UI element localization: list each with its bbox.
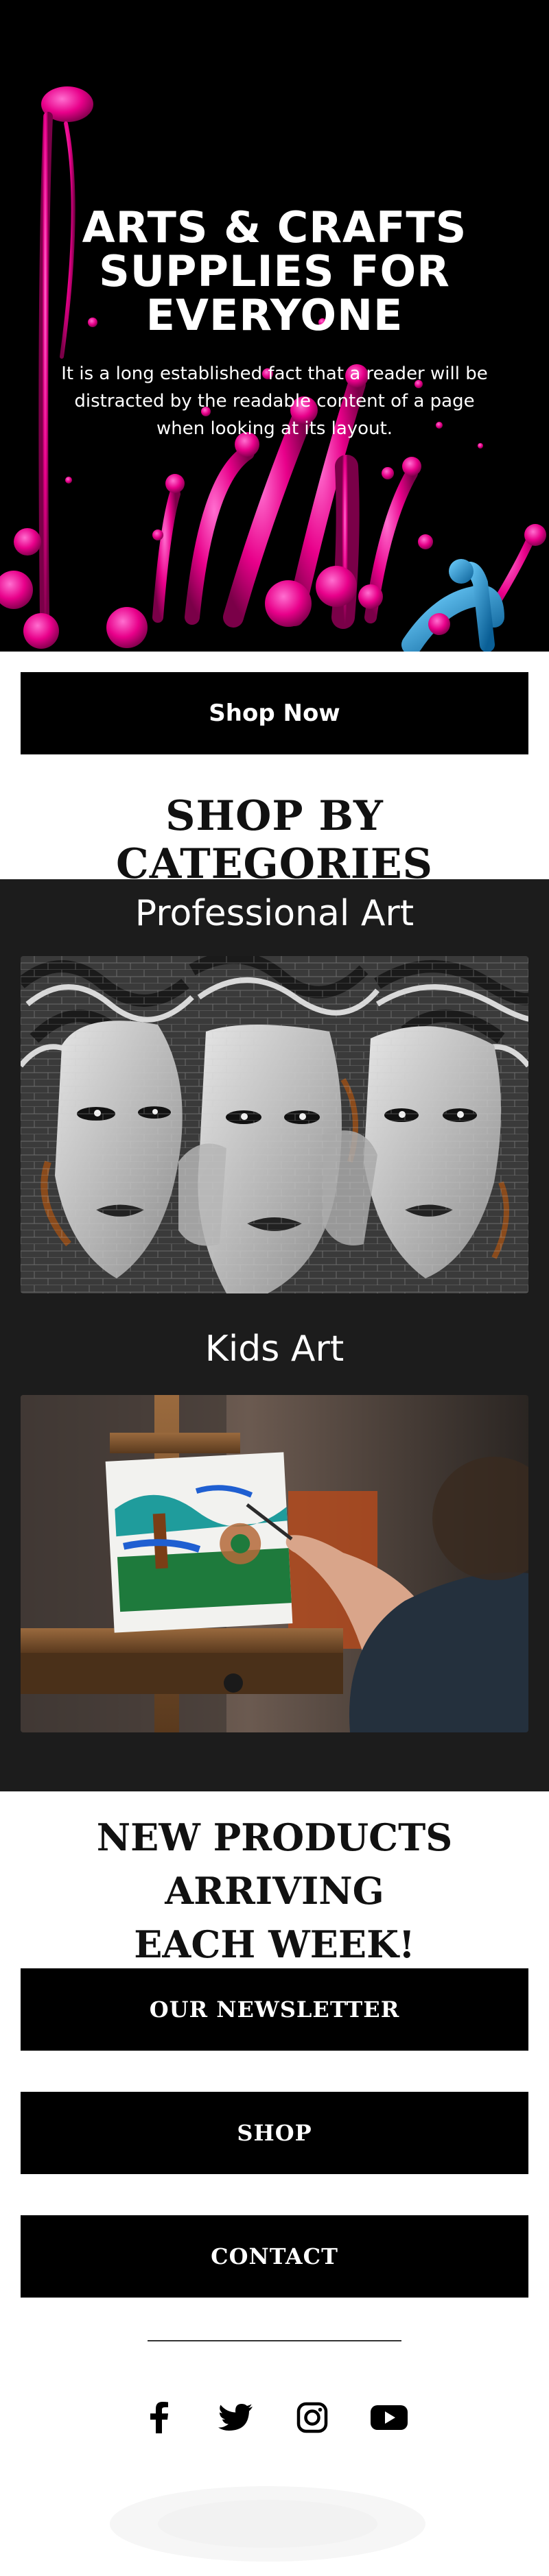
category-title-professional-art[interactable]: Professional Art <box>0 893 549 934</box>
new-products-line-2: EACH WEEK! <box>134 1922 415 1966</box>
category-image-professional-art[interactable] <box>21 956 528 1293</box>
hero-title-line-3: EVERYONE <box>145 290 404 340</box>
category-title-kids-art[interactable]: Kids Art <box>0 1328 549 1370</box>
social-links <box>0 2397 549 2438</box>
shop-button[interactable]: SHOP <box>21 2092 528 2174</box>
faded-logo-image <box>110 2486 425 2562</box>
category-image-kids-art[interactable] <box>21 1395 528 1732</box>
categories-section: Professional Art Kids Art <box>0 879 549 1791</box>
child-painting-image <box>21 1395 528 1732</box>
new-products-line-1: NEW PRODUCTS ARRIVING <box>96 1815 453 1913</box>
newsletter-button[interactable]: OUR NEWSLETTER <box>21 1968 528 2051</box>
instagram-icon[interactable] <box>292 2397 333 2438</box>
hero-title-line-1: ARTS & CRAFTS <box>82 202 467 252</box>
shop-now-button[interactable]: Shop Now <box>21 672 528 754</box>
new-products-heading: NEW PRODUCTS ARRIVING EACH WEEK! <box>0 1811 549 1971</box>
facebook-icon[interactable] <box>138 2397 179 2438</box>
footer-divider <box>148 2340 401 2341</box>
hero-title: ARTS & CRAFTS SUPPLIES FOR EVERYONE <box>41 206 508 337</box>
hero-description: It is a long established fact that a rea… <box>61 363 488 439</box>
categories-heading: SHOP BY CATEGORIES <box>116 792 433 888</box>
hero-banner: ARTS & CRAFTS SUPPLIES FOR EVERYONE It i… <box>0 0 549 652</box>
graffiti-faces-image <box>21 956 528 1293</box>
hero-title-line-2: SUPPLIES FOR <box>99 246 450 296</box>
contact-button[interactable]: CONTACT <box>21 2215 528 2298</box>
youtube-icon[interactable] <box>369 2397 410 2438</box>
twitter-icon[interactable] <box>215 2397 256 2438</box>
